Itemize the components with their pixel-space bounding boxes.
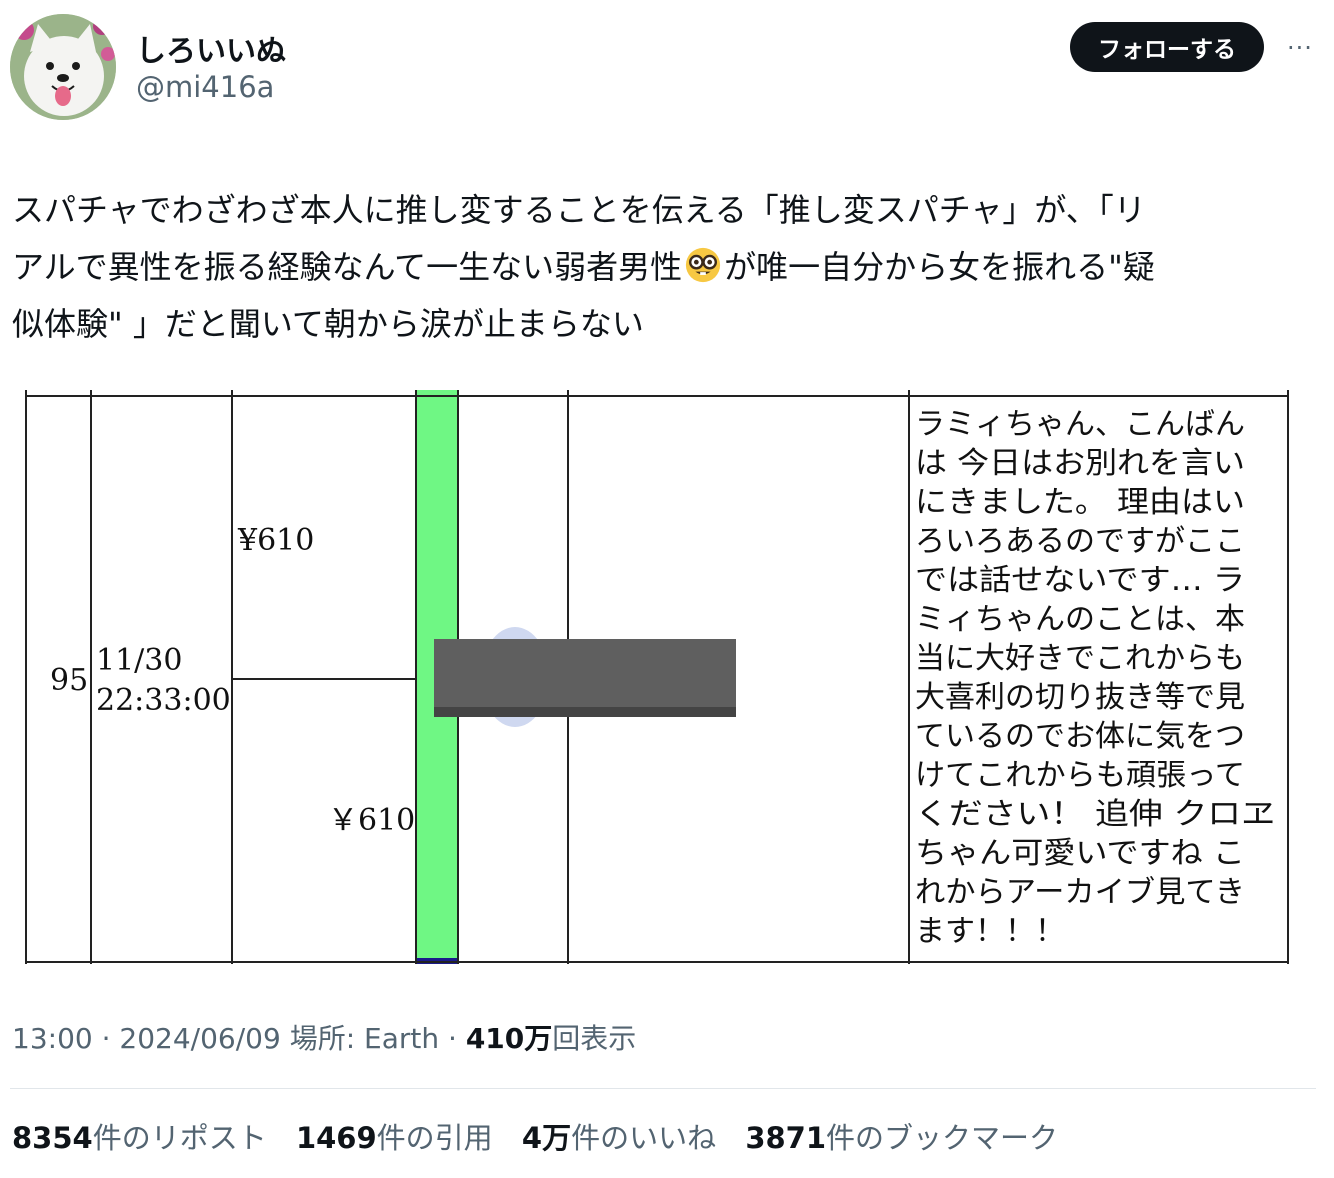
message-line: 大喜利の切り抜き等で見	[915, 680, 1245, 715]
follow-button[interactable]: フォローする	[1070, 22, 1264, 72]
repost-stat[interactable]: 8354件のリポスト	[12, 1115, 267, 1157]
amount-top: ¥610	[237, 523, 314, 558]
tweet-line-3: 似体験" 」だと聞いて朝から涙が止まらない	[12, 305, 644, 343]
message-line: れからアーカイブ見てき	[915, 875, 1245, 910]
tweet-line-1: スパチャでわざわざ本人に推し変することを伝える「推し変スパチャ」が、「リ	[12, 191, 1146, 229]
message-line: では話せないです… ラ	[915, 563, 1245, 598]
message-line: ラミィちゃん、こんばん	[915, 407, 1245, 442]
views-count: 410万	[465, 1022, 553, 1055]
divider	[10, 1088, 1316, 1089]
meta-separator: ·	[439, 1022, 466, 1055]
nerd-face-icon	[685, 247, 721, 283]
superchat-table: 95 11/30 22:33:00 ¥610 ￥610 ラミィちゃん、こんばんは…	[25, 390, 1289, 964]
redaction-box	[434, 639, 736, 717]
quote-stat[interactable]: 1469件の引用	[296, 1115, 493, 1157]
message-line: は 今日はお別れを言い	[915, 446, 1245, 481]
message-line: ます！！！	[915, 914, 1065, 949]
message-line: けてこれからも頑張って	[915, 758, 1245, 793]
meta-separator: ·	[92, 1022, 120, 1055]
samoyed-dog-avatar-icon	[10, 14, 116, 120]
author-handle[interactable]: @mi416a	[136, 70, 274, 104]
message-cell: ラミィちゃん、こんばんは 今日はお別れを言いにきました。 理由はいろいろあるので…	[915, 407, 1275, 949]
tweet-text: スパチャでわざわざ本人に推し変することを伝える「推し変スパチャ」が、「リ アルで…	[12, 182, 1312, 353]
message-line: にきました。 理由はい	[915, 485, 1245, 520]
tweet-line-2-start: アルで異性を振る経験なんて一生ない弱者男性	[12, 248, 683, 286]
more-options-icon[interactable]: ···	[1282, 30, 1318, 66]
avatar[interactable]	[10, 14, 116, 120]
message-line: ください！ 追伸 クロヱ	[915, 797, 1275, 832]
tweet-meta: 13:00 · 2024/06/09 場所: Earth · 410万回表示	[12, 1017, 636, 1057]
message-line: ろいろあるのですがここ	[915, 524, 1245, 559]
views-label: 回表示	[552, 1022, 637, 1055]
tweet-image[interactable]: 95 11/30 22:33:00 ¥610 ￥610 ラミィちゃん、こんばんは…	[12, 372, 1320, 976]
tweet-date[interactable]: 2024/06/09	[119, 1022, 280, 1055]
time-cell: 22:33:00	[96, 683, 231, 718]
message-line: ミィちゃんのことは、本	[915, 602, 1245, 637]
row-number: 95	[50, 663, 88, 698]
tweet-line-2-end: が唯一自分から女を振れる"疑	[724, 248, 1155, 286]
author-display-name[interactable]: しろいいぬ	[136, 26, 286, 70]
tweet-time[interactable]: 13:00	[12, 1022, 93, 1055]
message-line: ているのでお体に気をつ	[915, 719, 1245, 754]
message-line: 当に大好きでこれからも	[915, 641, 1245, 676]
tweet-location: 場所: Earth	[280, 1022, 440, 1055]
engagement-stats: 8354件のリポスト 1469件の引用 4万件のいいね 3871件のブックマーク	[12, 1115, 1078, 1157]
message-line: ちゃん可愛いですね こ	[915, 836, 1245, 871]
like-stat[interactable]: 4万件のいいね	[522, 1115, 716, 1157]
tweet-line-2: アルで異性を振る経験なんて一生ない弱者男性 が唯一自分から女を振れる"疑	[12, 239, 1312, 296]
amount-bottom: ￥610	[328, 803, 415, 838]
date-cell: 11/30	[96, 643, 182, 678]
bookmark-stat[interactable]: 3871件のブックマーク	[745, 1115, 1058, 1157]
